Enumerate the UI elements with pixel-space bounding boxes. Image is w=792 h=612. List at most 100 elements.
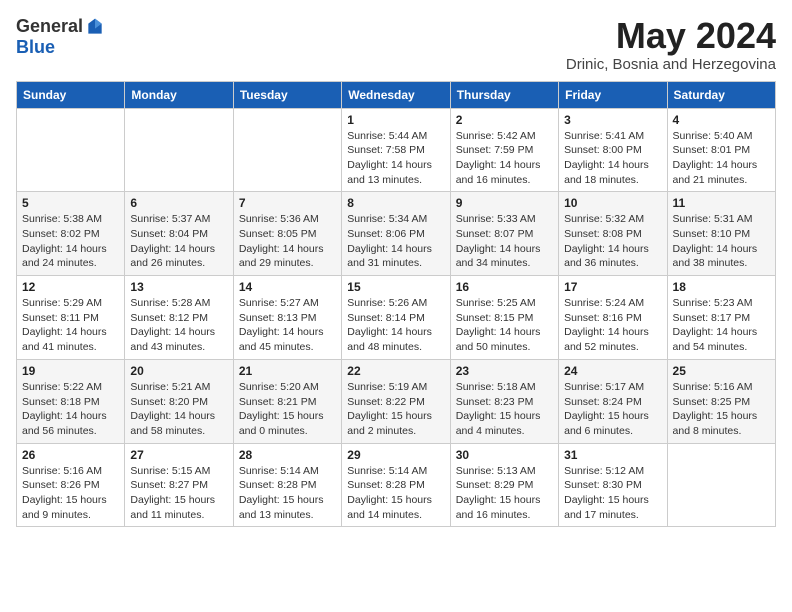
day-number: 8 bbox=[347, 196, 444, 210]
calendar-cell: 21 Sunrise: 5:20 AMSunset: 8:21 PMDayligh… bbox=[233, 359, 341, 443]
day-info: Sunrise: 5:18 AMSunset: 8:23 PMDaylight:… bbox=[456, 380, 553, 439]
calendar-cell: 16 Sunrise: 5:25 AMSunset: 8:15 PMDayligh… bbox=[450, 276, 558, 360]
day-number: 12 bbox=[22, 280, 119, 294]
day-info: Sunrise: 5:25 AMSunset: 8:15 PMDaylight:… bbox=[456, 296, 553, 355]
day-number: 10 bbox=[564, 196, 661, 210]
day-number: 9 bbox=[456, 196, 553, 210]
day-info: Sunrise: 5:16 AMSunset: 8:26 PMDaylight:… bbox=[22, 464, 119, 523]
day-info: Sunrise: 5:33 AMSunset: 8:07 PMDaylight:… bbox=[456, 212, 553, 271]
page-header: General Blue May 2024 Drinic, Bosnia and… bbox=[16, 16, 776, 73]
day-number: 26 bbox=[22, 448, 119, 462]
calendar-week-row: 12Sunrise: 5:29 AMSunset: 8:11 PMDayligh… bbox=[17, 276, 776, 360]
day-info: Sunrise: 5:40 AMSunset: 8:01 PMDaylight:… bbox=[673, 129, 770, 188]
calendar-cell: 12Sunrise: 5:29 AMSunset: 8:11 PMDayligh… bbox=[17, 276, 125, 360]
day-number: 19 bbox=[22, 364, 119, 378]
logo-icon bbox=[85, 17, 105, 37]
calendar-cell: 18 Sunrise: 5:23 AMSunset: 8:17 PMDayligh… bbox=[667, 276, 775, 360]
calendar-cell: 29Sunrise: 5:14 AMSunset: 8:28 PMDayligh… bbox=[342, 443, 450, 527]
day-info: Sunrise: 5:16 AMSunset: 8:25 PMDaylight:… bbox=[673, 380, 770, 439]
calendar-cell: 31 Sunrise: 5:12 AMSunset: 8:30 PMDayligh… bbox=[559, 443, 667, 527]
day-info: Sunrise: 5:19 AMSunset: 8:22 PMDaylight:… bbox=[347, 380, 444, 439]
day-info: Sunrise: 5:20 AMSunset: 8:21 PMDaylight:… bbox=[239, 380, 336, 439]
day-info: Sunrise: 5:44 AMSunset: 7:58 PMDaylight:… bbox=[347, 129, 444, 188]
calendar-cell: 2Sunrise: 5:42 AMSunset: 7:59 PMDaylight… bbox=[450, 108, 558, 192]
day-number: 11 bbox=[673, 196, 770, 210]
day-info: Sunrise: 5:41 AMSunset: 8:00 PMDaylight:… bbox=[564, 129, 661, 188]
day-number: 21 bbox=[239, 364, 336, 378]
day-number: 30 bbox=[456, 448, 553, 462]
calendar-week-row: 19 Sunrise: 5:22 AMSunset: 8:18 PMDayligh… bbox=[17, 359, 776, 443]
calendar-day-header: Sunday bbox=[17, 81, 125, 108]
day-info: Sunrise: 5:27 AMSunset: 8:13 PMDaylight:… bbox=[239, 296, 336, 355]
calendar-header-row: SundayMondayTuesdayWednesdayThursdayFrid… bbox=[17, 81, 776, 108]
calendar-day-header: Saturday bbox=[667, 81, 775, 108]
calendar-cell: 17 Sunrise: 5:24 AMSunset: 8:16 PMDayligh… bbox=[559, 276, 667, 360]
calendar-cell: 7 Sunrise: 5:36 AMSunset: 8:05 PMDaylight… bbox=[233, 192, 341, 276]
calendar-cell: 27Sunrise: 5:15 AMSunset: 8:27 PMDayligh… bbox=[125, 443, 233, 527]
calendar-cell: 24Sunrise: 5:17 AMSunset: 8:24 PMDayligh… bbox=[559, 359, 667, 443]
day-info: Sunrise: 5:22 AMSunset: 8:18 PMDaylight:… bbox=[22, 380, 119, 439]
day-info: Sunrise: 5:28 AMSunset: 8:12 PMDaylight:… bbox=[130, 296, 227, 355]
calendar-cell: 10 Sunrise: 5:32 AMSunset: 8:08 PMDayligh… bbox=[559, 192, 667, 276]
day-info: Sunrise: 5:24 AMSunset: 8:16 PMDaylight:… bbox=[564, 296, 661, 355]
calendar-cell: 1 Sunrise: 5:44 AMSunset: 7:58 PMDaylight… bbox=[342, 108, 450, 192]
calendar-cell: 9 Sunrise: 5:33 AMSunset: 8:07 PMDaylight… bbox=[450, 192, 558, 276]
calendar-table: SundayMondayTuesdayWednesdayThursdayFrid… bbox=[16, 81, 776, 528]
day-info: Sunrise: 5:31 AMSunset: 8:10 PMDaylight:… bbox=[673, 212, 770, 271]
calendar-cell: 23 Sunrise: 5:18 AMSunset: 8:23 PMDayligh… bbox=[450, 359, 558, 443]
day-info: Sunrise: 5:34 AMSunset: 8:06 PMDaylight:… bbox=[347, 212, 444, 271]
calendar-day-header: Wednesday bbox=[342, 81, 450, 108]
calendar-cell bbox=[125, 108, 233, 192]
calendar-cell: 13 Sunrise: 5:28 AMSunset: 8:12 PMDayligh… bbox=[125, 276, 233, 360]
calendar-cell bbox=[233, 108, 341, 192]
calendar-cell: 25 Sunrise: 5:16 AMSunset: 8:25 PMDayligh… bbox=[667, 359, 775, 443]
day-number: 3 bbox=[564, 113, 661, 127]
calendar-cell: 28 Sunrise: 5:14 AMSunset: 8:28 PMDayligh… bbox=[233, 443, 341, 527]
day-number: 1 bbox=[347, 113, 444, 127]
day-number: 16 bbox=[456, 280, 553, 294]
day-number: 18 bbox=[673, 280, 770, 294]
day-info: Sunrise: 5:38 AMSunset: 8:02 PMDaylight:… bbox=[22, 212, 119, 271]
day-number: 6 bbox=[130, 196, 227, 210]
day-number: 24 bbox=[564, 364, 661, 378]
logo: General Blue bbox=[16, 16, 105, 58]
day-number: 28 bbox=[239, 448, 336, 462]
calendar-cell: 15 Sunrise: 5:26 AMSunset: 8:14 PMDayligh… bbox=[342, 276, 450, 360]
day-info: Sunrise: 5:36 AMSunset: 8:05 PMDaylight:… bbox=[239, 212, 336, 271]
day-info: Sunrise: 5:26 AMSunset: 8:14 PMDaylight:… bbox=[347, 296, 444, 355]
location-text: Drinic, Bosnia and Herzegovina bbox=[566, 56, 776, 73]
day-info: Sunrise: 5:21 AMSunset: 8:20 PMDaylight:… bbox=[130, 380, 227, 439]
day-number: 23 bbox=[456, 364, 553, 378]
day-number: 4 bbox=[673, 113, 770, 127]
calendar-day-header: Thursday bbox=[450, 81, 558, 108]
day-number: 15 bbox=[347, 280, 444, 294]
calendar-cell: 19 Sunrise: 5:22 AMSunset: 8:18 PMDayligh… bbox=[17, 359, 125, 443]
calendar-cell: 11 Sunrise: 5:31 AMSunset: 8:10 PMDayligh… bbox=[667, 192, 775, 276]
day-number: 22 bbox=[347, 364, 444, 378]
calendar-cell: 22 Sunrise: 5:19 AMSunset: 8:22 PMDayligh… bbox=[342, 359, 450, 443]
day-info: Sunrise: 5:37 AMSunset: 8:04 PMDaylight:… bbox=[130, 212, 227, 271]
calendar-cell bbox=[17, 108, 125, 192]
title-block: May 2024 Drinic, Bosnia and Herzegovina bbox=[566, 16, 776, 73]
day-number: 17 bbox=[564, 280, 661, 294]
day-info: Sunrise: 5:15 AMSunset: 8:27 PMDaylight:… bbox=[130, 464, 227, 523]
calendar-day-header: Friday bbox=[559, 81, 667, 108]
day-number: 7 bbox=[239, 196, 336, 210]
day-number: 31 bbox=[564, 448, 661, 462]
month-title: May 2024 bbox=[566, 16, 776, 56]
logo-blue-text: Blue bbox=[16, 37, 55, 58]
calendar-week-row: 1 Sunrise: 5:44 AMSunset: 7:58 PMDaylight… bbox=[17, 108, 776, 192]
day-info: Sunrise: 5:32 AMSunset: 8:08 PMDaylight:… bbox=[564, 212, 661, 271]
day-number: 13 bbox=[130, 280, 227, 294]
calendar-cell: 3 Sunrise: 5:41 AMSunset: 8:00 PMDaylight… bbox=[559, 108, 667, 192]
day-number: 5 bbox=[22, 196, 119, 210]
day-info: Sunrise: 5:14 AMSunset: 8:28 PMDaylight:… bbox=[239, 464, 336, 523]
day-number: 25 bbox=[673, 364, 770, 378]
calendar-cell: 20Sunrise: 5:21 AMSunset: 8:20 PMDayligh… bbox=[125, 359, 233, 443]
day-info: Sunrise: 5:23 AMSunset: 8:17 PMDaylight:… bbox=[673, 296, 770, 355]
calendar-day-header: Monday bbox=[125, 81, 233, 108]
calendar-cell bbox=[667, 443, 775, 527]
calendar-cell: 26 Sunrise: 5:16 AMSunset: 8:26 PMDayligh… bbox=[17, 443, 125, 527]
calendar-cell: 8 Sunrise: 5:34 AMSunset: 8:06 PMDaylight… bbox=[342, 192, 450, 276]
day-info: Sunrise: 5:12 AMSunset: 8:30 PMDaylight:… bbox=[564, 464, 661, 523]
